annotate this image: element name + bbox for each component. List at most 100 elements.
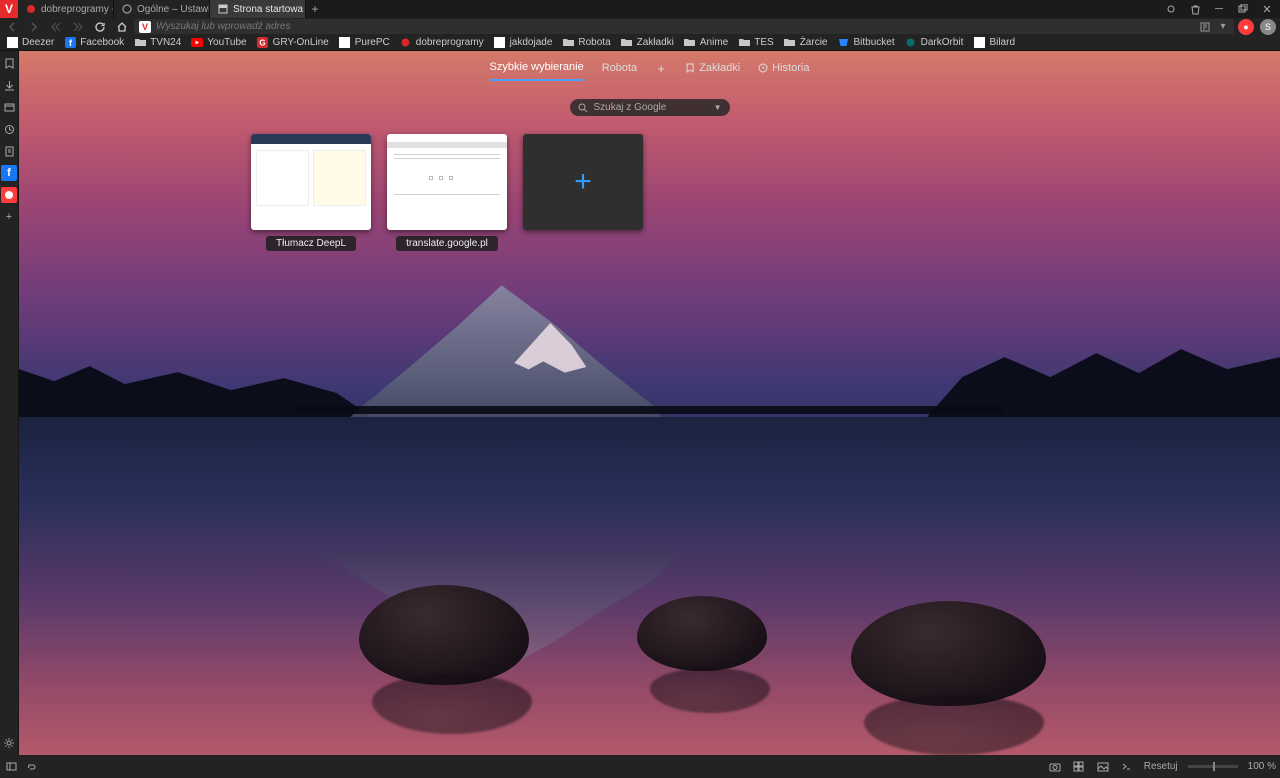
panel-notes-icon[interactable]: [1, 143, 17, 159]
close-window-button[interactable]: ✕: [1256, 1, 1278, 18]
app-logo-icon[interactable]: V: [0, 0, 18, 18]
tile-add-thumbnail: +: [523, 134, 643, 230]
bookmark-facebook[interactable]: fFacebook: [64, 37, 124, 49]
nav-label: Zakładki: [699, 62, 740, 74]
dropdown-icon[interactable]: ▾: [1216, 20, 1230, 34]
tab-favicon-icon: [218, 4, 228, 14]
extension-2-icon[interactable]: S: [1258, 18, 1278, 35]
folder-icon: [562, 37, 574, 49]
panel-web-icon[interactable]: [1, 187, 17, 203]
nav-bookmarks[interactable]: Zakładki: [685, 62, 740, 80]
panel-history-icon[interactable]: [1, 121, 17, 137]
bookmark-label: GRY-OnLine: [273, 37, 329, 48]
tab-title: Strona startowa: [233, 4, 303, 15]
bookmark-label: Bilard: [989, 37, 1015, 48]
tab-title: Ogólne – Ustawienia: [137, 4, 210, 15]
chevron-down-icon[interactable]: ▼: [714, 103, 722, 112]
tile-thumbnail: [387, 134, 507, 230]
plus-icon: +: [655, 62, 667, 74]
bookmark-deezer[interactable]: Deezer: [6, 37, 54, 49]
bg-rock-reflection: [650, 668, 770, 713]
back-button[interactable]: [2, 18, 22, 35]
nav-group-robota[interactable]: Robota: [602, 62, 637, 80]
tile-deepl[interactable]: Tłumacz DeepL: [251, 134, 371, 251]
nav-history[interactable]: Historia: [758, 62, 809, 80]
image-toggle-icon[interactable]: [1096, 760, 1110, 774]
bookmark-dobreprogramy[interactable]: dobreprogramy: [400, 37, 484, 49]
home-button[interactable]: [112, 18, 132, 35]
bookmark-youtube[interactable]: YouTube: [191, 37, 246, 49]
folder-icon: [784, 37, 796, 49]
bookmark-darkorbit[interactable]: DarkOrbit: [905, 37, 964, 49]
tab-0[interactable]: dobreprogramy - portal nie: [18, 0, 114, 18]
bookmark-zakladki[interactable]: Zakładki: [621, 37, 674, 49]
titlebar: V dobreprogramy - portal nie Ogólne – Us…: [0, 0, 1280, 18]
bookmark-label: jakdojade: [510, 37, 553, 48]
address-field-wrap[interactable]: V ▾: [134, 19, 1234, 34]
new-tab-button[interactable]: +: [306, 0, 324, 18]
reload-button[interactable]: [90, 18, 110, 35]
tile-thumbnail: [251, 134, 371, 230]
minimize-button[interactable]: ─: [1208, 1, 1230, 18]
rewind-button[interactable]: [46, 18, 66, 35]
trash-icon[interactable]: [1184, 1, 1206, 18]
tile-label: translate.google.pl: [396, 236, 498, 251]
panel-facebook-icon[interactable]: f: [1, 165, 17, 181]
tile-google-translate[interactable]: translate.google.pl: [387, 134, 507, 251]
search-engine-icon[interactable]: V: [138, 20, 152, 34]
panel-window-icon[interactable]: [1, 99, 17, 115]
address-input[interactable]: [156, 21, 1198, 32]
sync-icon[interactable]: [1160, 1, 1182, 18]
tile-label: Tłumacz DeepL: [266, 236, 356, 251]
bookmark-bitbucket[interactable]: Bitbucket: [838, 37, 895, 49]
folder-icon: [684, 37, 696, 49]
bitbucket-icon: [838, 37, 850, 49]
site-icon: [973, 37, 985, 49]
bookmark-label: dobreprogramy: [416, 37, 484, 48]
bookmark-label: TES: [754, 37, 773, 48]
tab-1[interactable]: Ogólne – Ustawienia: [114, 0, 210, 18]
bookmarks-bar: Deezer fFacebook TVN24 YouTube GGRY-OnLi…: [0, 35, 1280, 51]
folder-icon: [134, 37, 146, 49]
bookmark-tes[interactable]: TES: [738, 37, 773, 49]
fast-forward-button[interactable]: [68, 18, 88, 35]
page-actions-icon[interactable]: [1120, 760, 1134, 774]
sync-status-icon[interactable]: [24, 760, 38, 774]
panel-bookmarks-icon[interactable]: [1, 55, 17, 71]
bookmark-gryonline[interactable]: GGRY-OnLine: [257, 37, 329, 49]
forward-button[interactable]: [24, 18, 44, 35]
panel-add-button[interactable]: +: [1, 209, 17, 225]
nav-speed-dial[interactable]: Szybkie wybieranie: [490, 61, 584, 81]
site-icon: [494, 37, 506, 49]
tile-add[interactable]: +: [523, 134, 643, 251]
bg-water: [19, 417, 1280, 755]
tab-2[interactable]: Strona startowa ✕: [210, 0, 306, 18]
bookmark-anime[interactable]: Anime: [684, 37, 728, 49]
tab-favicon-icon: [26, 4, 36, 14]
start-page-search[interactable]: Szukaj z Google ▼: [570, 99, 730, 116]
youtube-icon: [191, 37, 203, 49]
bookmark-tvn24[interactable]: TVN24: [134, 37, 181, 49]
bookmark-purepc[interactable]: PurePC: [339, 37, 390, 49]
bookmark-jakdojade[interactable]: jakdojade: [494, 37, 553, 49]
address-toolbar: V ▾ ● S: [0, 18, 1280, 35]
maximize-button[interactable]: [1232, 1, 1254, 18]
bookmark-bilard[interactable]: Bilard: [973, 37, 1015, 49]
extension-1-icon[interactable]: ●: [1236, 18, 1256, 35]
capture-icon[interactable]: [1048, 760, 1062, 774]
history-icon: [758, 63, 768, 73]
zoom-slider[interactable]: [1188, 765, 1238, 768]
zoom-reset-button[interactable]: Resetuj: [1144, 761, 1178, 772]
bookmark-zarcie[interactable]: Żarcie: [784, 37, 828, 49]
bookmark-label: Facebook: [80, 37, 124, 48]
panel-settings-icon[interactable]: [1, 735, 17, 751]
folder-icon: [738, 37, 750, 49]
panel-downloads-icon[interactable]: [1, 77, 17, 93]
start-page: Szybkie wybieranie Robota + Zakładki His…: [19, 51, 1280, 755]
tiling-icon[interactable]: [1072, 760, 1086, 774]
panel-toggle-icon[interactable]: [4, 760, 18, 774]
site-icon: [6, 37, 18, 49]
reader-mode-icon[interactable]: [1198, 20, 1212, 34]
nav-add-group[interactable]: +: [655, 62, 667, 80]
bookmark-robota[interactable]: Robota: [562, 37, 610, 49]
